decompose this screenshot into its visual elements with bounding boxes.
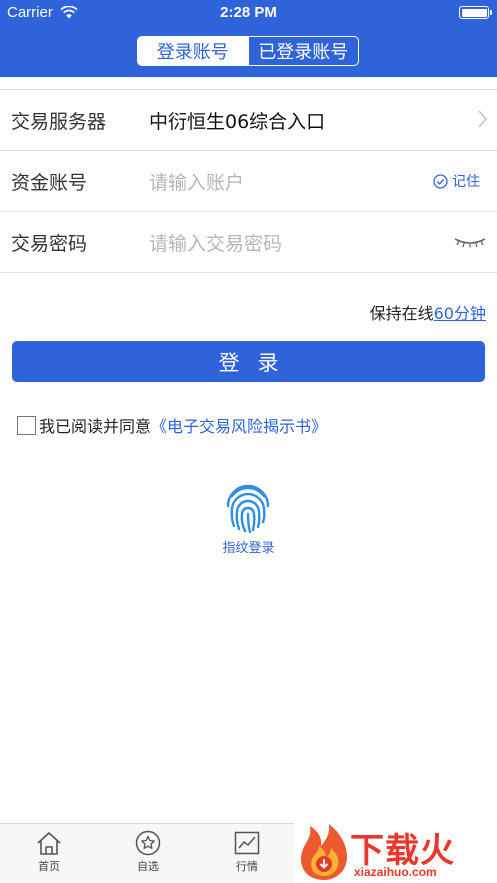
chevron-right-icon (478, 110, 487, 128)
fingerprint-icon[interactable] (222, 482, 274, 534)
server-row[interactable]: 交易服务器 中衍恒生06综合入口 (0, 90, 497, 151)
account-segmented-control: 登录账号 已登录账号 (137, 36, 359, 66)
watermark-subtitle: xiazaihuo.com (354, 865, 437, 879)
tab-watchlist[interactable]: 自选 (118, 830, 178, 874)
watermark: 下载火 xiazaihuo.com (294, 822, 497, 883)
server-label: 交易服务器 (11, 110, 107, 133)
keep-online-label: 保持在线 (369, 304, 434, 323)
tab-home[interactable]: 首页 (19, 830, 79, 874)
server-value: 中衍恒生06综合入口 (149, 110, 326, 133)
keep-online: 保持在线60分钟 (370, 300, 486, 324)
login-button[interactable]: 登录 (12, 341, 485, 382)
risk-disclosure-link[interactable]: 《电子交易风险揭示书》 (151, 413, 327, 437)
tab-login-account[interactable]: 登录账号 (138, 37, 248, 65)
account-input[interactable]: 请输入账户 (149, 168, 244, 195)
clock: 2:28 PM (220, 4, 277, 21)
battery-icon (459, 6, 492, 19)
tab-home-label: 首页 (38, 860, 60, 873)
check-circle-icon (433, 173, 448, 189)
agreement-row: 我已阅读并同意 《电子交易风险揭示书》 (17, 413, 327, 437)
fingerprint-label: 指纹登录 (222, 541, 275, 556)
agreement-text: 我已阅读并同意 (39, 417, 152, 436)
keep-online-duration-link[interactable]: 60分钟 (434, 304, 486, 323)
tab-market[interactable]: 行情 (217, 830, 277, 874)
remember-label: 记住 (452, 174, 480, 190)
agreement-checkbox[interactable] (17, 415, 36, 435)
tab-market-label: 行情 (236, 860, 258, 873)
home-icon (37, 832, 61, 855)
account-row: 资金账号 请输入账户 记住 (0, 151, 497, 212)
account-label: 资金账号 (11, 171, 88, 194)
password-label: 交易密码 (11, 232, 88, 255)
flame-logo-icon (300, 824, 348, 880)
status-bar: Carrier 2:28 PM (0, 0, 497, 26)
chart-icon (234, 831, 260, 855)
login-form: 交易服务器 中衍恒生06综合入口 资金账号 请输入账户 记住 交易密码 请输入交… (0, 89, 497, 273)
password-input[interactable]: 请输入交易密码 (149, 229, 282, 256)
password-row: 交易密码 请输入交易密码 (0, 212, 497, 273)
header-bar: Carrier 2:28 PM 登录账号 已登录账号 (0, 0, 497, 77)
eye-closed-icon[interactable] (453, 236, 487, 248)
tab-watchlist-label: 自选 (137, 860, 159, 873)
remember-toggle[interactable]: 记住 (433, 171, 480, 191)
star-icon (135, 830, 161, 856)
tab-logged-accounts[interactable]: 已登录账号 (247, 37, 359, 65)
